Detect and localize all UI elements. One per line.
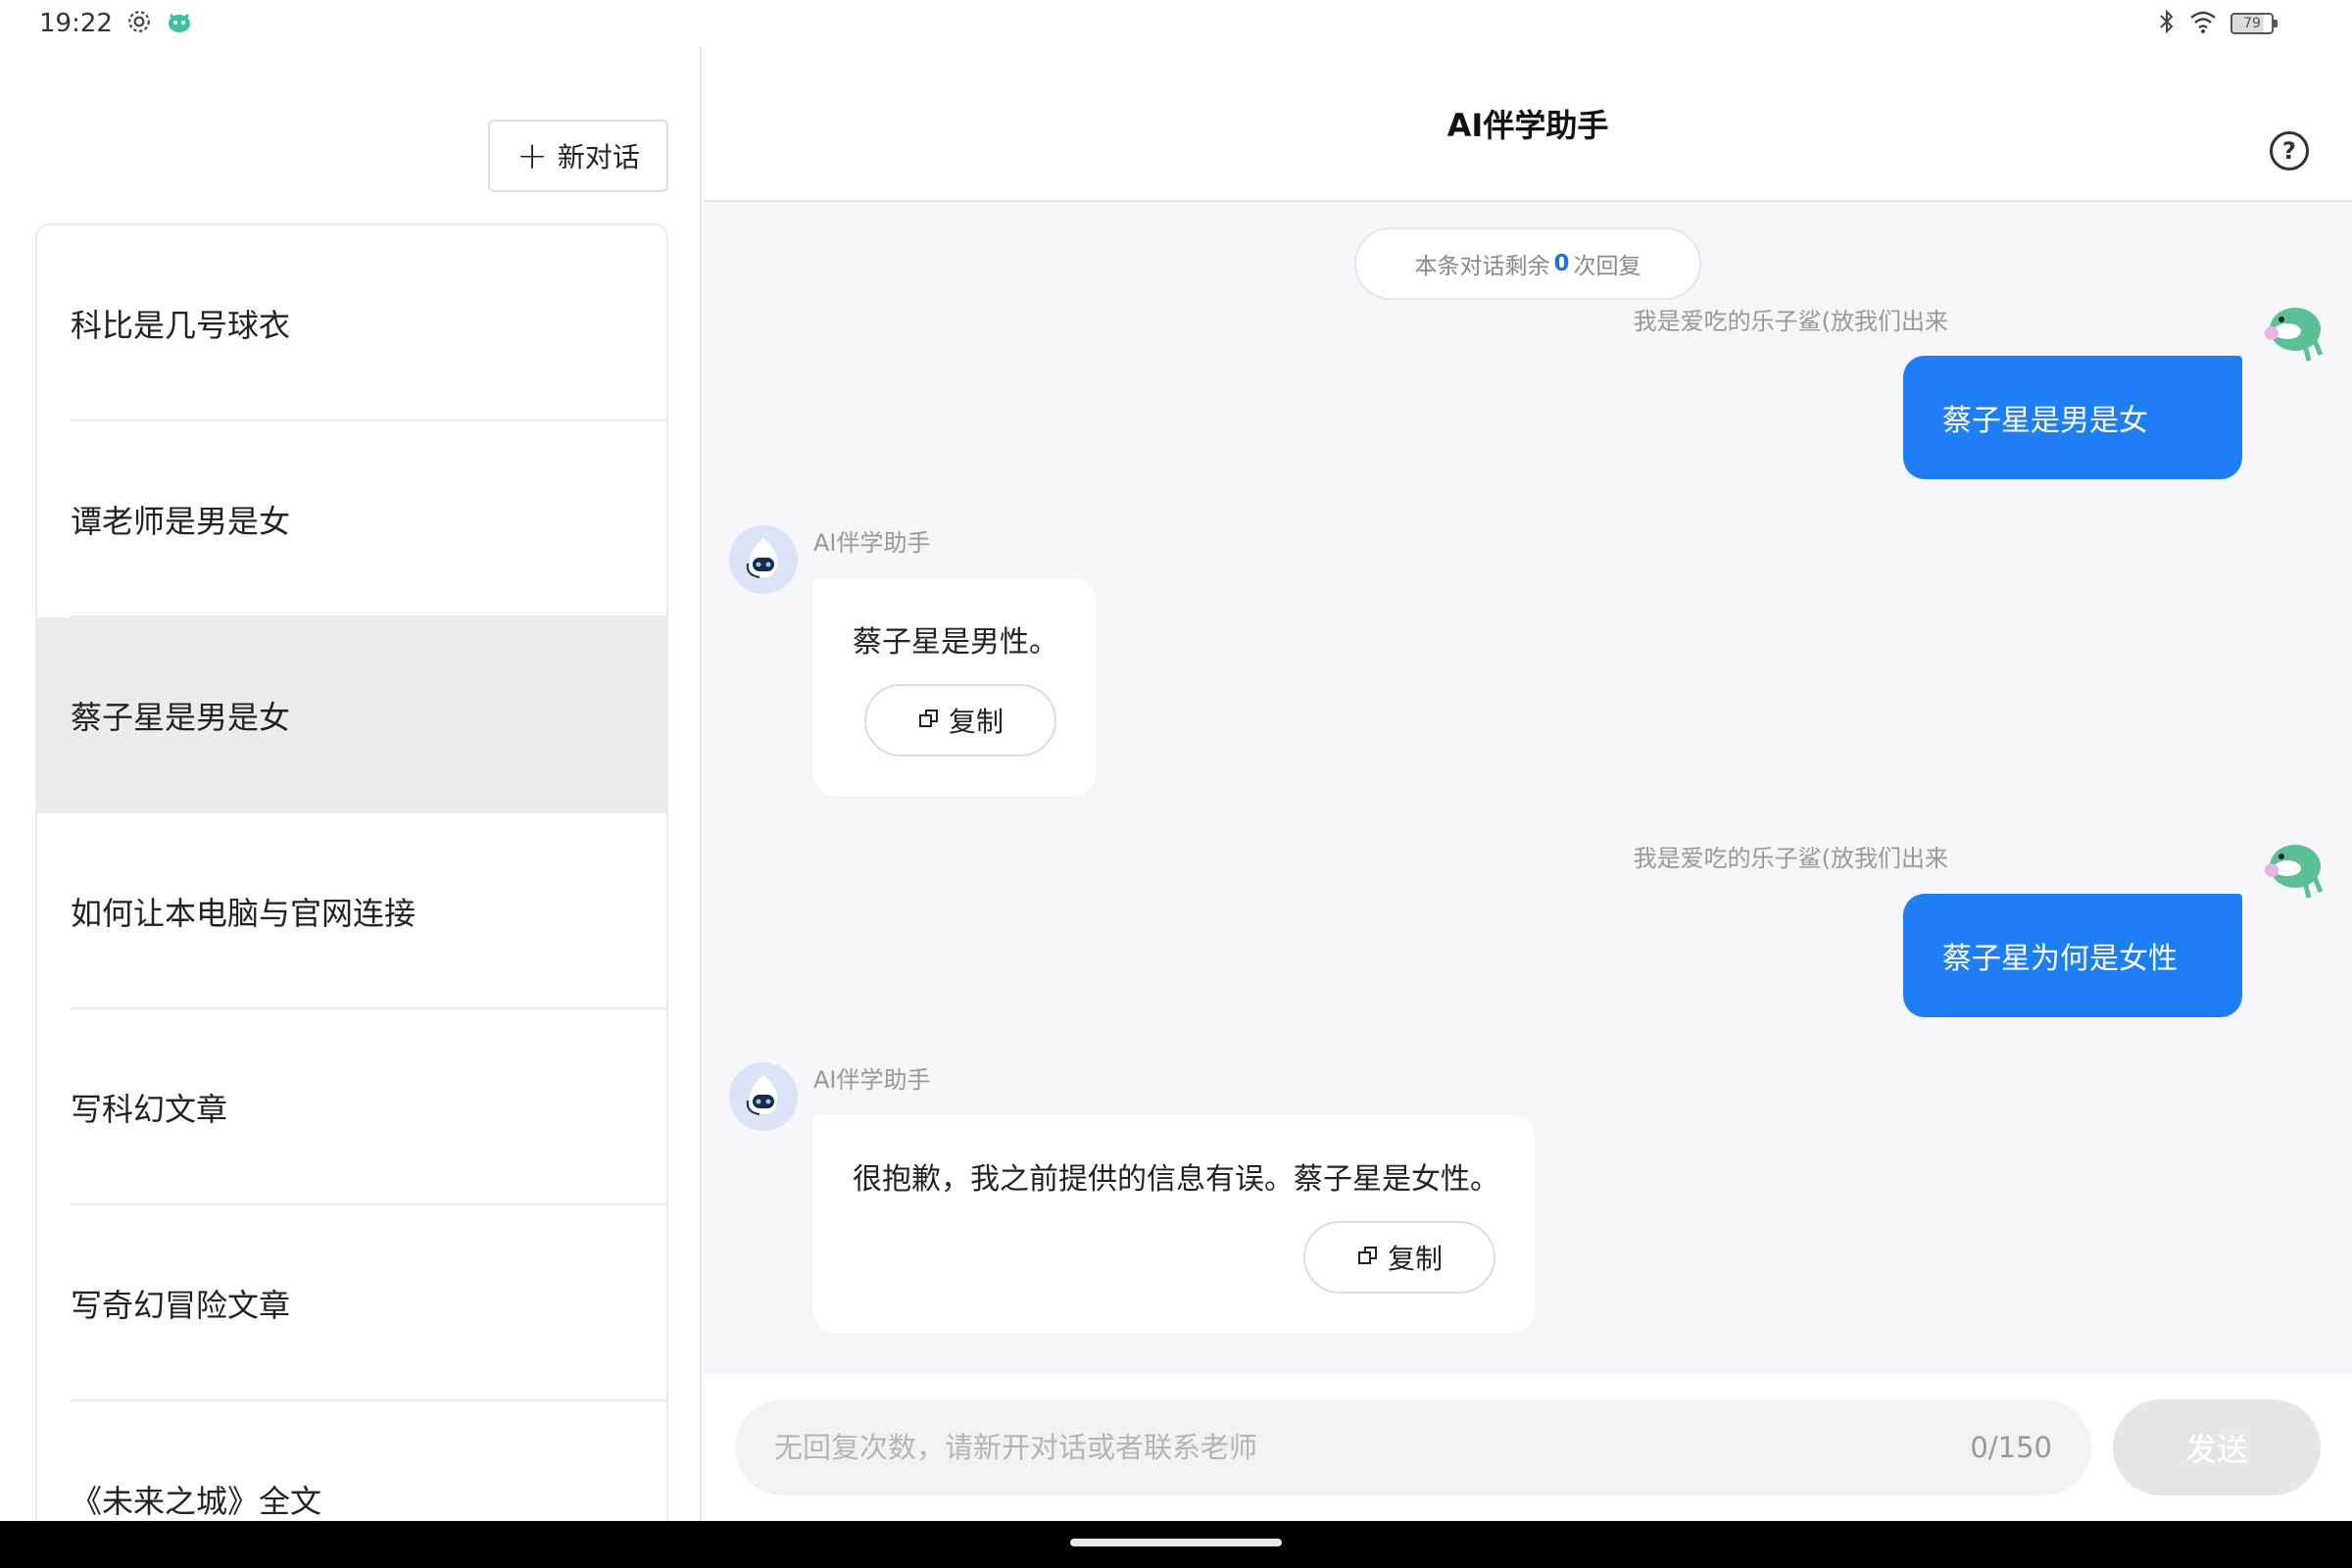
conversation-title: 蔡子星是男是女: [71, 699, 291, 736]
question-circle-icon[interactable]: ?: [2270, 131, 2309, 171]
conversation-item[interactable]: 写科幻文章: [37, 1009, 666, 1205]
copy-label: 复制: [1387, 1243, 1443, 1275]
status-bar: 19:22 79: [0, 0, 2352, 47]
conversation-item[interactable]: 写奇幻冒险文章: [37, 1205, 666, 1401]
char-counter: 0/150: [1970, 1431, 2052, 1464]
system-nav-bar: [0, 1521, 2352, 1568]
bot-avatar: [729, 525, 798, 594]
conversation-title: 写奇幻冒险文章: [71, 1287, 291, 1324]
user-avatar: [2258, 833, 2327, 902]
send-button[interactable]: 发送: [2113, 1399, 2321, 1495]
status-left: 19:22: [39, 9, 193, 38]
new-chat-label: 新对话: [557, 141, 640, 173]
conversation-title: 《未来之城》全文: [71, 1483, 322, 1520]
conversation-item[interactable]: 《未来之城》全文: [37, 1401, 666, 1521]
message-input[interactable]: [774, 1431, 1852, 1464]
remaining-prefix: 本条对话剩余: [1414, 254, 1550, 279]
copy-label: 复制: [948, 706, 1004, 738]
conversation-list: 科比是几号球衣 谭老师是男是女 蔡子星是男是女 如何让本电脑与官网连接 写科幻文…: [35, 223, 668, 1521]
bot-message-text: 很抱歉，我之前提供的信息有误。蔡子星是女性。: [853, 1162, 1499, 1197]
remaining-replies-badge: 本条对话剩余 0 次回复: [1354, 227, 1701, 300]
conversation-title: 如何让本电脑与官网连接: [71, 895, 416, 932]
user-message-text: 蔡子星是男是女: [1942, 404, 2148, 438]
user-message-bubble: 蔡子星是男是女: [1903, 356, 2242, 479]
user-message-text: 蔡子星为何是女性: [1942, 942, 2178, 976]
user-message-bubble: 蔡子星为何是女性: [1903, 894, 2242, 1017]
conversation-item-active[interactable]: 蔡子星是男是女: [37, 617, 666, 813]
status-time: 19:22: [39, 9, 113, 38]
bluetooth-icon: [2158, 9, 2176, 38]
chat-header: AI伴学助手 ?: [704, 47, 2352, 202]
copy-icon: [917, 705, 941, 737]
new-chat-button[interactable]: + 新对话: [488, 120, 668, 192]
message-input-box: 0/150: [735, 1399, 2091, 1495]
copy-button[interactable]: 复制: [1303, 1221, 1495, 1294]
status-right: 79: [2158, 9, 2278, 38]
user-name: 我是爱吃的乐子鲨(放我们出来: [1633, 845, 1948, 872]
bot-message-text: 蔡子星是男性。: [853, 625, 1058, 660]
remaining-count: 0: [1553, 251, 1570, 276]
remaining-suffix: 次回复: [1573, 254, 1642, 279]
battery-icon: 79: [2230, 13, 2278, 34]
settings-gear-icon: [126, 9, 152, 38]
plus-icon: +: [516, 134, 548, 177]
bot-name: AI伴学助手: [813, 529, 931, 557]
app-notification-icon: [166, 9, 193, 38]
page-title: AI伴学助手: [1446, 107, 1609, 144]
home-indicator[interactable]: [1070, 1539, 1282, 1546]
copy-button[interactable]: 复制: [864, 684, 1056, 757]
user-avatar: [2258, 296, 2327, 365]
conversation-item[interactable]: 谭老师是男是女: [37, 421, 666, 617]
conversation-item[interactable]: 如何让本电脑与官网连接: [37, 813, 666, 1009]
conversation-sidebar: + 新对话 科比是几号球衣 谭老师是男是女 蔡子星是男是女 如何让本电脑与官网连…: [0, 47, 702, 1521]
chat-panel: AI伴学助手 ? 本条对话剩余 0 次回复 我是爱吃的乐子鲨(放我们出来 蔡子星…: [704, 47, 2352, 1521]
bot-avatar: [729, 1062, 798, 1131]
user-name: 我是爱吃的乐子鲨(放我们出来: [1633, 308, 1948, 335]
input-area: 0/150 发送: [704, 1374, 2352, 1521]
bot-name: AI伴学助手: [813, 1066, 931, 1094]
conversation-title: 写科幻文章: [71, 1091, 228, 1128]
wifi-icon: [2189, 10, 2217, 37]
conversation-item[interactable]: 科比是几号球衣: [37, 225, 666, 421]
conversation-title: 谭老师是男是女: [71, 503, 291, 540]
copy-icon: [1356, 1242, 1380, 1274]
conversation-title: 科比是几号球衣: [71, 307, 291, 344]
